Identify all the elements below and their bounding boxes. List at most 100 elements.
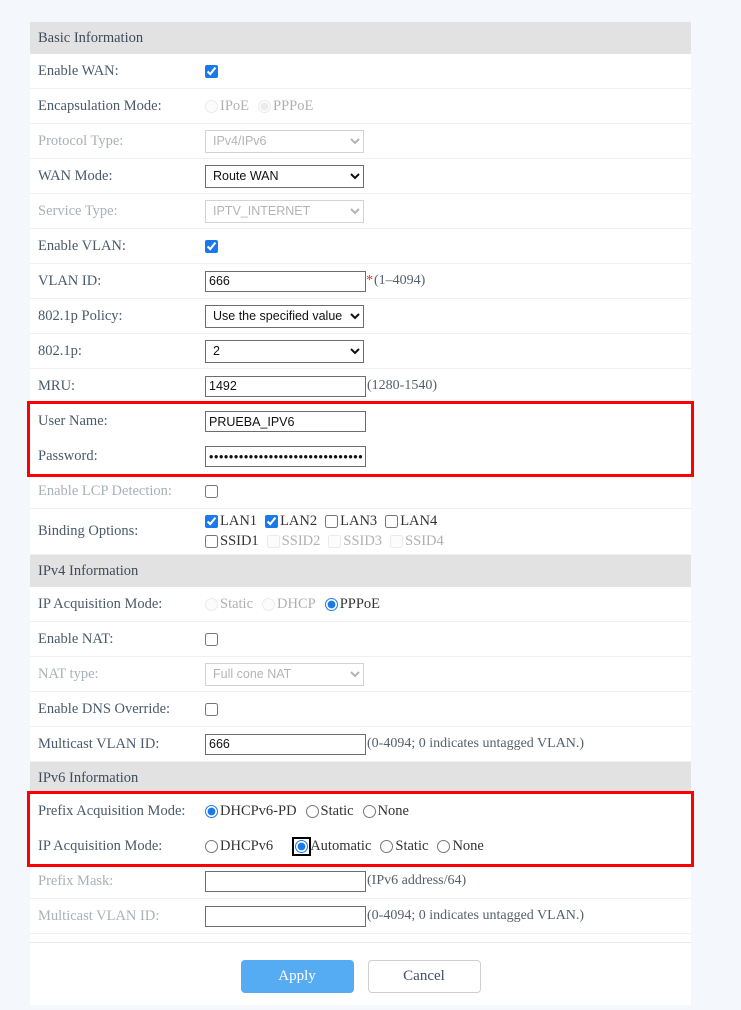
ipoe-radio[interactable] <box>205 100 218 113</box>
label-user-name: User Name: <box>38 413 205 430</box>
label-enable-vlan: Enable VLAN: <box>38 238 205 255</box>
row-service-type: Service Type: IPTV_INTERNET <box>30 194 691 229</box>
ipv4-multicast-vlan-id-input[interactable] <box>205 734 366 755</box>
lan3-checkbox[interactable] <box>325 515 338 528</box>
enable-wan-checkbox[interactable] <box>205 65 218 78</box>
row-ipv6-multicast-vlan-id: Multicast VLAN ID: (0-4094; 0 indicates … <box>30 899 691 934</box>
apply-button[interactable]: Apply <box>241 960 354 993</box>
checkbox-option-lan3[interactable]: LAN3 <box>325 513 377 530</box>
label-prefix-mask: Prefix Mask: <box>38 873 205 890</box>
row-binding-options: Binding Options: LAN1 LAN2 LAN3 <box>30 509 691 555</box>
radio-label-prefix-none: None <box>378 803 409 820</box>
ipv6-multicast-vlan-id-hint: (0-4094; 0 indicates untagged VLAN.) <box>367 908 584 924</box>
ipv4-dhcp-radio[interactable] <box>262 598 275 611</box>
checkbox-option-ssid3[interactable]: SSID3 <box>328 533 382 550</box>
radio-label-ipv6-none: None <box>452 838 483 855</box>
row-password: Password: <box>30 439 691 474</box>
ipv6-multicast-vlan-id-input[interactable] <box>205 906 366 927</box>
checkbox-label-lan4: LAN4 <box>400 513 437 530</box>
label-enable-wan: Enable WAN: <box>38 63 205 80</box>
ipv6-acquisition-highlight-box: Prefix Acquisition Mode: DHCPv6-PD Stati… <box>30 794 691 864</box>
password-input[interactable] <box>205 446 366 467</box>
label-8021p-policy: 802.1p Policy: <box>38 308 205 325</box>
dhcpv6-pd-radio[interactable] <box>205 805 218 818</box>
ipv6-none-radio[interactable] <box>437 840 450 853</box>
ipv4-ip-acquisition-radio-group: Static DHCP PPPoE <box>205 596 691 613</box>
radio-option-prefix-none[interactable]: None <box>363 803 409 820</box>
ssid1-checkbox[interactable] <box>205 535 218 548</box>
mru-input[interactable] <box>205 376 366 397</box>
prefix-mask-hint: (IPv6 address/64) <box>367 873 466 889</box>
radio-label-dhcpv6-pd: DHCPv6-PD <box>220 803 297 820</box>
lan1-checkbox[interactable] <box>205 515 218 528</box>
lan4-checkbox[interactable] <box>385 515 398 528</box>
ssid4-checkbox[interactable] <box>390 535 403 548</box>
checkbox-option-ssid2[interactable]: SSID2 <box>267 533 321 550</box>
checkbox-option-lan4[interactable]: LAN4 <box>385 513 437 530</box>
label-ipv6-ip-acquisition-mode: IP Acquisition Mode: <box>38 838 205 855</box>
ssid2-checkbox[interactable] <box>267 535 280 548</box>
enable-lcp-detection-checkbox[interactable] <box>205 485 218 498</box>
radio-option-prefix-static[interactable]: Static <box>306 803 354 820</box>
radio-label-ipv6-static: Static <box>395 838 428 855</box>
radio-option-ipoe[interactable]: IPoE <box>205 98 249 115</box>
radio-option-ipv4-static[interactable]: Static <box>205 596 253 613</box>
row-ipv6-ip-acquisition-mode: IP Acquisition Mode: DHCPv6 Automatic St… <box>30 829 691 864</box>
prefix-none-radio[interactable] <box>363 805 376 818</box>
cancel-button[interactable]: Cancel <box>368 960 481 993</box>
radio-option-ipv6-none[interactable]: None <box>437 838 483 855</box>
radio-option-ipv4-pppoe[interactable]: PPPoE <box>325 596 380 613</box>
checkbox-label-ssid2: SSID2 <box>282 533 321 550</box>
vlan-id-input[interactable] <box>205 271 366 292</box>
label-nat-type: NAT type: <box>38 666 205 683</box>
wan-mode-select[interactable]: Route WAN <box>205 165 364 188</box>
enable-dns-override-checkbox[interactable] <box>205 703 218 716</box>
checkbox-label-lan1: LAN1 <box>220 513 257 530</box>
ipv4-static-radio[interactable] <box>205 598 218 611</box>
radio-option-dhcpv6[interactable]: DHCPv6 <box>205 838 273 855</box>
prefix-static-radio[interactable] <box>306 805 319 818</box>
enable-vlan-checkbox[interactable] <box>205 240 218 253</box>
ssid3-checkbox[interactable] <box>328 535 341 548</box>
row-8021p: 802.1p: 2 <box>30 334 691 369</box>
8021p-select[interactable]: 2 <box>205 340 364 363</box>
automatic-radio[interactable] <box>295 840 308 853</box>
lan2-checkbox[interactable] <box>265 515 278 528</box>
checkbox-option-ssid1[interactable]: SSID1 <box>205 533 259 550</box>
radio-option-automatic[interactable]: Automatic <box>295 838 371 855</box>
8021p-policy-select[interactable]: Use the specified value <box>205 305 364 328</box>
dhcpv6-radio[interactable] <box>205 840 218 853</box>
ipv4-pppoe-radio[interactable] <box>325 598 338 611</box>
row-vlan-id: VLAN ID: * (1–4094) <box>30 264 691 299</box>
row-prefix-mask: Prefix Mask: (IPv6 address/64) <box>30 864 691 899</box>
checkbox-option-lan1[interactable]: LAN1 <box>205 513 257 530</box>
radio-option-ipv6-static[interactable]: Static <box>380 838 428 855</box>
checkbox-label-lan2: LAN2 <box>280 513 317 530</box>
radio-option-pppoe[interactable]: PPPoE <box>258 98 313 115</box>
checkbox-label-lan3: LAN3 <box>340 513 377 530</box>
label-binding-options: Binding Options: <box>38 523 205 540</box>
service-type-select[interactable]: IPTV_INTERNET <box>205 200 364 223</box>
pppoe-radio[interactable] <box>258 100 271 113</box>
label-enable-nat: Enable NAT: <box>38 631 205 648</box>
ipv6-static-radio[interactable] <box>380 840 393 853</box>
enable-nat-checkbox[interactable] <box>205 633 218 646</box>
row-enable-dns-override: Enable DNS Override: <box>30 692 691 727</box>
section-header-basic-information: Basic Information <box>30 22 691 54</box>
binding-options-group: LAN1 LAN2 LAN3 LAN4 <box>205 509 452 554</box>
protocol-type-select[interactable]: IPv4/IPv6 <box>205 130 364 153</box>
checkbox-option-ssid4[interactable]: SSID4 <box>390 533 444 550</box>
nat-type-select[interactable]: Full cone NAT <box>205 663 364 686</box>
user-name-input[interactable] <box>205 411 366 432</box>
row-protocol-type: Protocol Type: IPv4/IPv6 <box>30 124 691 159</box>
label-prefix-acquisition-mode: Prefix Acquisition Mode: <box>38 803 205 820</box>
radio-option-dhcpv6-pd[interactable]: DHCPv6-PD <box>205 803 297 820</box>
encapsulation-mode-radio-group: IPoE PPPoE <box>205 98 691 115</box>
ipv4-multicast-vlan-id-hint: (0-4094; 0 indicates untagged VLAN.) <box>367 736 584 752</box>
prefix-mask-input[interactable] <box>205 871 366 892</box>
checkbox-label-ssid4: SSID4 <box>405 533 444 550</box>
radio-option-ipv4-dhcp[interactable]: DHCP <box>262 596 316 613</box>
radio-label-automatic: Automatic <box>310 838 371 855</box>
checkbox-option-lan2[interactable]: LAN2 <box>265 513 317 530</box>
row-enable-lcp-detection: Enable LCP Detection: <box>30 474 691 509</box>
